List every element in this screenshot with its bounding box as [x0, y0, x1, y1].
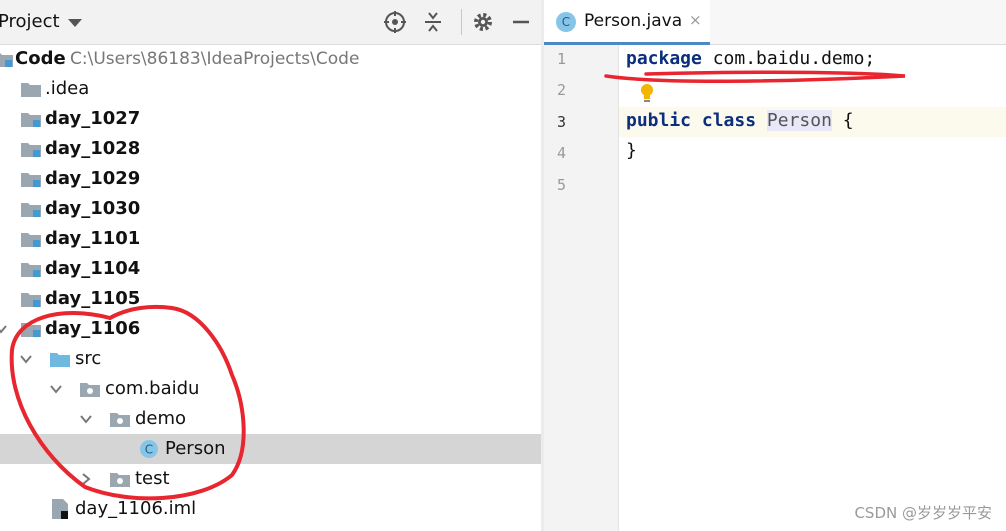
package-icon [110, 413, 130, 427]
tree-label: day_1105 [45, 288, 141, 309]
chevron-down-icon[interactable] [79, 412, 93, 426]
tree-row-day-1027[interactable]: day_1027 [0, 104, 541, 134]
header-separator [461, 9, 462, 35]
class-icon: C [556, 12, 576, 32]
gear-icon[interactable] [471, 10, 495, 34]
class-name: Person [766, 110, 832, 131]
lightbulb-icon[interactable] [639, 83, 655, 105]
tree-row-demo[interactable]: demo [0, 404, 541, 434]
tree-row-day-1105[interactable]: day_1105 [0, 284, 541, 314]
tree-label: day_1101 [45, 228, 141, 249]
line-number: 4 [556, 144, 566, 162]
class-icon: C [140, 440, 158, 458]
line-number: 3 [556, 113, 566, 131]
project-panel-header: Project [0, 0, 541, 45]
tree-label: day_1030 [45, 198, 141, 219]
module-folder-icon [21, 203, 41, 217]
chevron-down-icon[interactable] [19, 352, 33, 366]
tree-row-iml[interactable]: day_1106.iml [0, 494, 541, 524]
tree-label: day_1106.iml [75, 498, 197, 519]
tree-label: day_1106 [45, 318, 141, 339]
tree-row-src[interactable]: src [0, 344, 541, 374]
chevron-down-icon[interactable] [68, 19, 82, 27]
locate-icon[interactable] [383, 10, 407, 34]
code-editor[interactable]: package com.baidu.demo; public class Per… [619, 45, 1006, 531]
file-icon [52, 499, 68, 519]
minimize-icon[interactable] [509, 10, 533, 34]
tree-row-day-1101[interactable]: day_1101 [0, 224, 541, 254]
tree-row-code[interactable]: Code C:\Users\86183\IdeaProjects\Code [0, 44, 541, 74]
collapse-all-icon[interactable] [421, 10, 445, 34]
tree-row-day-1104[interactable]: day_1104 [0, 254, 541, 284]
project-panel: Project Code C:\Users\86183\IdeaProjects… [0, 0, 541, 531]
watermark: CSDN @岁岁岁平安 [854, 504, 992, 522]
folder-icon [21, 83, 41, 97]
package-icon [110, 473, 130, 487]
source-folder-icon [50, 353, 70, 367]
tree-label: demo [135, 408, 187, 429]
tree-label: src [75, 348, 102, 369]
tree-row-test[interactable]: test [0, 464, 541, 494]
module-folder-icon [0, 53, 13, 67]
module-folder-icon [21, 263, 41, 277]
class-icon-letter: C [145, 443, 153, 457]
tree-label: Code [15, 48, 66, 69]
chevron-down-icon[interactable] [0, 322, 8, 336]
brace: { [831, 110, 854, 131]
project-path: C:\Users\86183\IdeaProjects\Code [70, 49, 360, 69]
tree-label: .idea [45, 78, 90, 99]
chevron-down-icon[interactable] [49, 382, 63, 396]
tree-label: Person [165, 438, 226, 459]
close-icon[interactable]: × [689, 11, 702, 29]
tree-row-day-1106[interactable]: day_1106 [0, 314, 541, 344]
tree-row-day-1030[interactable]: day_1030 [0, 194, 541, 224]
module-folder-icon [21, 323, 41, 337]
chevron-right-icon[interactable] [79, 472, 93, 486]
keyword: package [626, 48, 702, 69]
tree-row-idea[interactable]: .idea [0, 74, 541, 104]
tree-row-day-1028[interactable]: day_1028 [0, 134, 541, 164]
line-number: 1 [556, 50, 566, 68]
tree-label: test [135, 468, 170, 489]
editor-area: C Person.java × 1 2 3 4 5 package com.ba… [544, 0, 1006, 531]
package-icon [80, 383, 100, 397]
code-line-1[interactable]: package com.baidu.demo; [626, 48, 875, 69]
line-number: 2 [556, 81, 566, 99]
tree-row-day-1029[interactable]: day_1029 [0, 164, 541, 194]
module-folder-icon [21, 143, 41, 157]
module-folder-icon [21, 233, 41, 247]
package-name: com.baidu.demo; [701, 48, 876, 69]
tab-label: Person.java [584, 11, 683, 31]
tree-label: day_1104 [45, 258, 141, 279]
module-folder-icon [21, 113, 41, 127]
keyword: public class [626, 110, 757, 131]
line-number-gutter: 1 2 3 4 5 [544, 45, 619, 531]
module-folder-icon [21, 293, 41, 307]
tab-person-java[interactable]: C Person.java × [544, 0, 710, 45]
tree-label: day_1028 [45, 138, 141, 159]
editor-tab-bar: C Person.java × [544, 0, 1006, 45]
code-line-4[interactable]: } [626, 140, 637, 161]
tree-label: day_1029 [45, 168, 141, 189]
tree-row-com-baidu[interactable]: com.baidu [0, 374, 541, 404]
module-folder-icon [21, 173, 41, 187]
code-line-3[interactable]: public class Person { [626, 110, 854, 131]
brace: } [626, 140, 637, 161]
panel-title[interactable]: Project [0, 11, 60, 32]
tree-label: day_1027 [45, 108, 141, 129]
line-number: 5 [556, 176, 566, 194]
tree-row-person[interactable]: C Person [0, 434, 541, 464]
tree-label: com.baidu [105, 378, 200, 399]
